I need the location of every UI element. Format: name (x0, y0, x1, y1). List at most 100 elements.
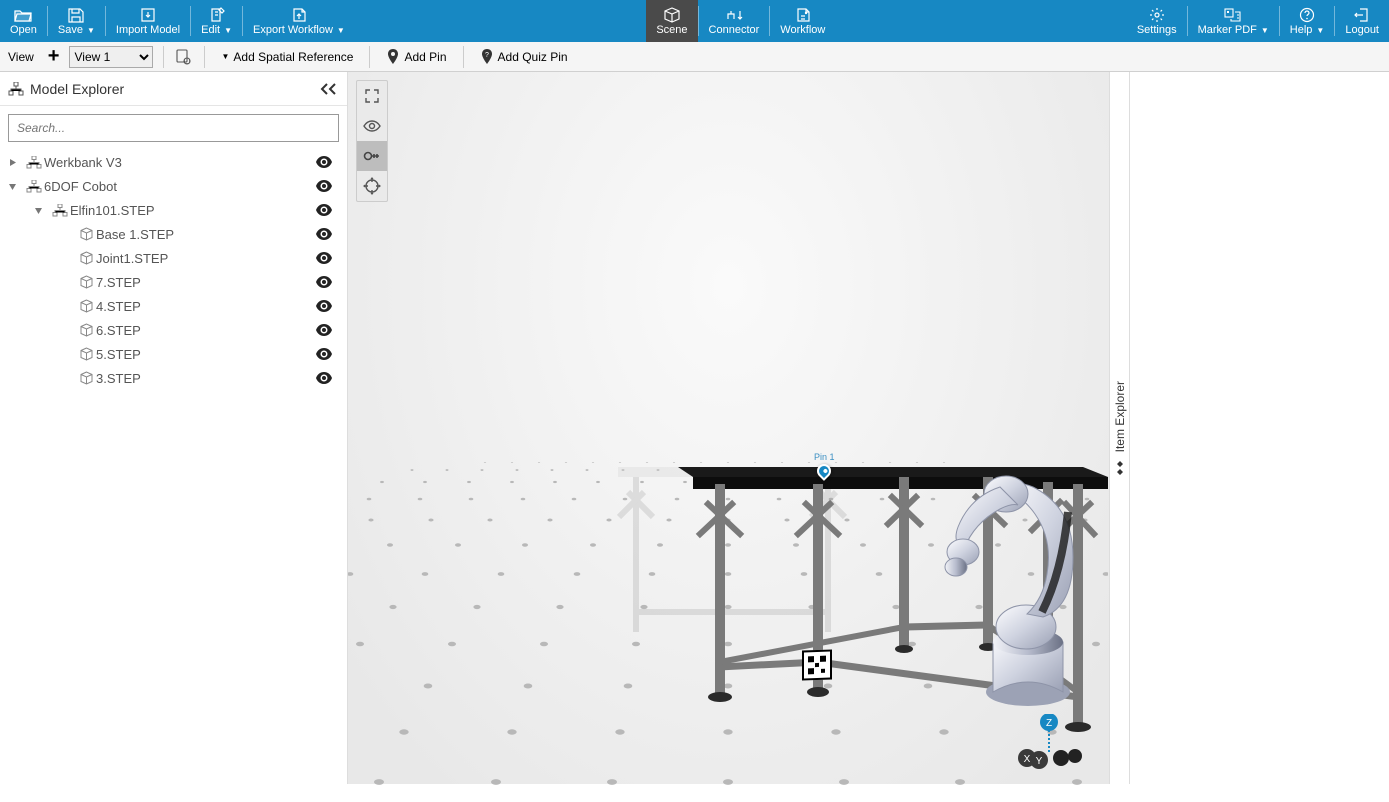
tree-item-label: 6DOF Cobot (44, 179, 315, 194)
model-tree: Werkbank V3 6DOF Cobot Elfin101.STEP Base 1… (0, 150, 347, 784)
visibility-toggle[interactable] (315, 180, 337, 192)
help-icon (1299, 6, 1315, 24)
tree-item-label: Elfin101.STEP (70, 203, 315, 218)
hierarchy-icon (8, 82, 24, 96)
save-icon (68, 6, 84, 24)
pdf-icon (1224, 6, 1242, 24)
tree-row[interactable]: Base 1.STEP (0, 222, 347, 246)
pin-label: Pin 1 (814, 452, 835, 462)
tree-row[interactable]: Joint1.STEP (0, 246, 347, 270)
visibility-button[interactable] (357, 111, 387, 141)
ribbon-right-group: Settings Marker PDF▼ Help▼ Logout (1127, 0, 1389, 42)
tree-item-label: Werkbank V3 (44, 155, 315, 170)
axis-gizmo[interactable]: Z X Y (1009, 714, 1089, 774)
save-label: Save (58, 24, 83, 36)
chevron-down-icon: ▼ (1261, 26, 1269, 35)
add-view-button[interactable]: + (42, 45, 66, 68)
3d-viewport[interactable]: Pin 1 Z X Y (348, 72, 1109, 784)
open-button[interactable]: Open (0, 0, 47, 42)
import-icon (140, 6, 156, 24)
visibility-toggle[interactable] (315, 252, 337, 264)
visibility-toggle[interactable] (315, 228, 337, 240)
cube-icon (76, 323, 96, 338)
tree-expander[interactable] (8, 158, 24, 167)
svg-text:Y: Y (1036, 756, 1043, 767)
tree-expander[interactable] (8, 182, 24, 191)
export-workflow-label: Export Workflow (253, 24, 333, 36)
lock-button[interactable] (357, 141, 387, 171)
visibility-toggle[interactable] (315, 156, 337, 168)
connector-icon (725, 6, 743, 24)
view-label: View (4, 50, 38, 64)
right-panel (1129, 72, 1389, 784)
connector-label: Connector (709, 24, 760, 36)
cube-icon (663, 6, 681, 24)
tree-row[interactable]: 7.STEP (0, 270, 347, 294)
tree-row[interactable]: 3.STEP (0, 366, 347, 390)
add-quiz-pin-button[interactable]: ? Add Quiz Pin (474, 49, 574, 65)
gear-icon (1149, 6, 1165, 24)
help-button[interactable]: Help▼ (1280, 0, 1335, 42)
pin-marker[interactable]: Pin 1 (814, 452, 835, 478)
tree-item-label: 4.STEP (96, 299, 315, 314)
tree-item-label: Base 1.STEP (96, 227, 315, 242)
view-select[interactable]: View 1 (69, 46, 153, 68)
view-settings-icon[interactable] (174, 47, 194, 67)
spatial-marker[interactable] (802, 649, 832, 680)
tree-row[interactable]: Elfin101.STEP (0, 198, 347, 222)
settings-label: Settings (1137, 24, 1177, 36)
logout-label: Logout (1345, 24, 1379, 36)
ribbon-center-group: Scene Connector Workflow (646, 0, 835, 42)
cobot-render (908, 442, 1128, 722)
add-spatial-reference-button[interactable]: ▼ Add Spatial Reference (215, 50, 359, 64)
add-pin-label: Add Pin (404, 50, 446, 64)
workflow-label: Workflow (780, 24, 825, 36)
workflow-icon (795, 6, 811, 24)
edit-button[interactable]: Edit▼ (191, 0, 242, 42)
logout-button[interactable]: Logout (1335, 0, 1389, 42)
chevron-down-icon: ▼ (1316, 26, 1324, 35)
top-ribbon: Open Save ▼ Import Model Edit▼ (0, 0, 1389, 42)
tree-row[interactable]: 6.STEP (0, 318, 347, 342)
import-model-button[interactable]: Import Model (106, 0, 190, 42)
settings-button[interactable]: Settings (1127, 0, 1187, 42)
pin-icon (814, 461, 834, 481)
visibility-toggle[interactable] (315, 276, 337, 288)
tree-row[interactable]: 6DOF Cobot (0, 174, 347, 198)
search-input[interactable] (8, 114, 339, 142)
edit-icon (209, 6, 225, 24)
tree-expander[interactable] (34, 206, 50, 215)
tree-row[interactable]: Werkbank V3 (0, 150, 347, 174)
help-label: Help (1290, 24, 1313, 36)
visibility-toggle[interactable] (315, 372, 337, 384)
workflow-tab[interactable]: Workflow (770, 0, 835, 42)
chevron-down-icon: ▼ (87, 26, 95, 35)
visibility-toggle[interactable] (315, 324, 337, 336)
connector-tab[interactable]: Connector (699, 0, 770, 42)
hierarchy-icon (50, 204, 70, 217)
cube-icon (76, 275, 96, 290)
cube-icon (76, 251, 96, 266)
visibility-toggle[interactable] (315, 204, 337, 216)
chevron-down-icon: ▼ (224, 26, 232, 35)
export-workflow-button[interactable]: Export Workflow▼ (243, 0, 355, 42)
cube-icon (76, 347, 96, 362)
svg-text:X: X (1024, 754, 1031, 765)
tree-row[interactable]: 4.STEP (0, 294, 347, 318)
viewport-tools (356, 80, 388, 202)
fit-view-button[interactable] (357, 81, 387, 111)
collapse-panel-button[interactable] (319, 82, 339, 96)
visibility-toggle[interactable] (315, 300, 337, 312)
marker-pdf-button[interactable]: Marker PDF▼ (1188, 0, 1279, 42)
svg-text:Z: Z (1046, 718, 1052, 729)
save-button[interactable]: Save ▼ (48, 0, 105, 42)
move-button[interactable] (357, 171, 387, 201)
chevron-down-icon: ▼ (221, 52, 229, 61)
item-explorer-label: Item Explorer (1113, 381, 1127, 452)
scene-tab[interactable]: Scene (646, 0, 697, 42)
add-pin-button[interactable]: Add Pin (380, 49, 452, 65)
tree-row[interactable]: 5.STEP (0, 342, 347, 366)
visibility-toggle[interactable] (315, 348, 337, 360)
ribbon-left-group: Open Save ▼ Import Model Edit▼ (0, 0, 355, 42)
folder-open-icon (14, 6, 32, 24)
